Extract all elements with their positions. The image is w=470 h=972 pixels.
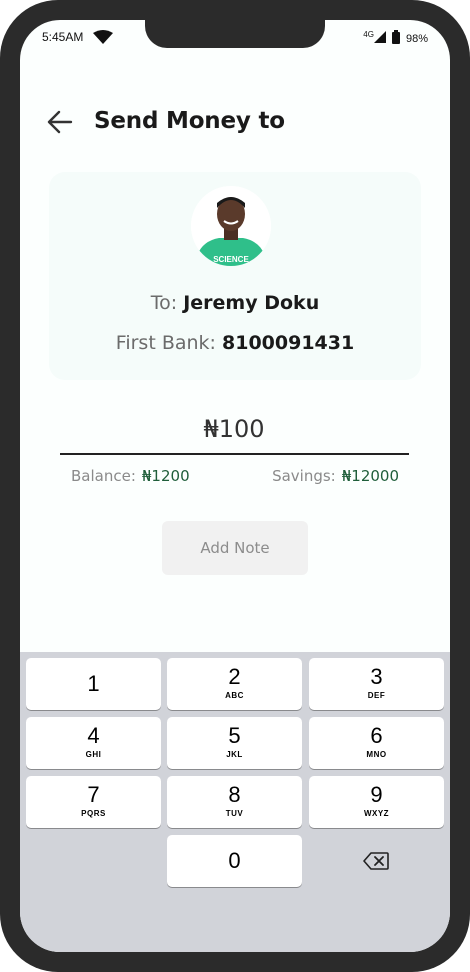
battery-percent: 98% [405, 32, 428, 45]
balance-value: ₦1200 [141, 467, 190, 485]
notch [145, 20, 325, 48]
key-letters: JKL [226, 750, 243, 759]
add-note-button[interactable]: Add Note [162, 521, 308, 575]
key-letters: TUV [225, 809, 244, 818]
key-letters: WXYZ [363, 809, 390, 818]
recipient-name: Jeremy Doku [183, 292, 320, 314]
wifi-icon [93, 30, 113, 49]
avatar: SCIENCE [191, 186, 271, 266]
bank-label: First Bank: [115, 332, 216, 354]
key-5[interactable]: 5 JKL [167, 717, 302, 769]
recipient-card: SCIENCE To: Jeremy Doku First Bank: 8100… [49, 172, 421, 380]
key-digit: 2 [228, 664, 241, 689]
recipient-bank-line: First Bank: 8100091431 [49, 332, 421, 354]
key-digit: 1 [87, 671, 100, 696]
key-letters: MNO [366, 750, 387, 759]
savings-value: ₦12000 [341, 467, 399, 485]
page-title: Send Money to [94, 108, 285, 134]
key-digit: 7 [87, 782, 100, 807]
key-2[interactable]: 2 ABC [167, 658, 302, 710]
arrow-left-icon[interactable] [46, 108, 74, 136]
amount-underline [60, 453, 409, 455]
battery-icon [391, 30, 400, 47]
key-1[interactable]: 1 [26, 658, 161, 710]
key-digit: 0 [228, 848, 241, 873]
savings-label: Savings: [272, 467, 336, 485]
key-digit: 4 [87, 723, 100, 748]
header: Send Money to [20, 108, 450, 138]
balance-label: Balance: [71, 467, 136, 485]
key-0[interactable]: 0 [167, 835, 302, 887]
amount-display[interactable]: ₦100 [60, 415, 408, 443]
backspace-icon[interactable] [308, 835, 443, 887]
signal-icon [373, 31, 386, 46]
key-digit: 5 [228, 723, 241, 748]
avatar-shirt-text: SCIENCE [213, 255, 249, 264]
key-9[interactable]: 9 WXYZ [309, 776, 444, 828]
status-time: 5:45AM [42, 30, 84, 44]
key-digit: 6 [370, 723, 383, 748]
key-digit: 3 [370, 664, 383, 689]
status-right: 4G 98% [363, 30, 428, 47]
key-digit: 9 [370, 782, 383, 807]
screen: 5:45AM 4G 98% Send Money to SCIENCE To: … [20, 20, 450, 952]
savings-info: Savings: ₦12000 [272, 467, 399, 485]
account-number: 8100091431 [222, 332, 355, 354]
key-letters: ABC [225, 691, 244, 700]
key-4[interactable]: 4 GHI [26, 717, 161, 769]
key-letters: DEF [367, 691, 386, 700]
key-letters: GHI [85, 750, 102, 759]
balance-info: Balance: ₦1200 [71, 467, 190, 485]
recipient-to-line: To: Jeremy Doku [49, 292, 421, 314]
key-digit: 8 [228, 782, 241, 807]
key-6[interactable]: 6 MNO [309, 717, 444, 769]
network-label: 4G [363, 30, 374, 39]
key-letters: PQRS [81, 809, 106, 818]
key-8[interactable]: 8 TUV [167, 776, 302, 828]
to-label: To: [150, 292, 178, 314]
phone-frame: 5:45AM 4G 98% Send Money to SCIENCE To: … [0, 0, 470, 972]
key-7[interactable]: 7 PQRS [26, 776, 161, 828]
key-3[interactable]: 3 DEF [309, 658, 444, 710]
